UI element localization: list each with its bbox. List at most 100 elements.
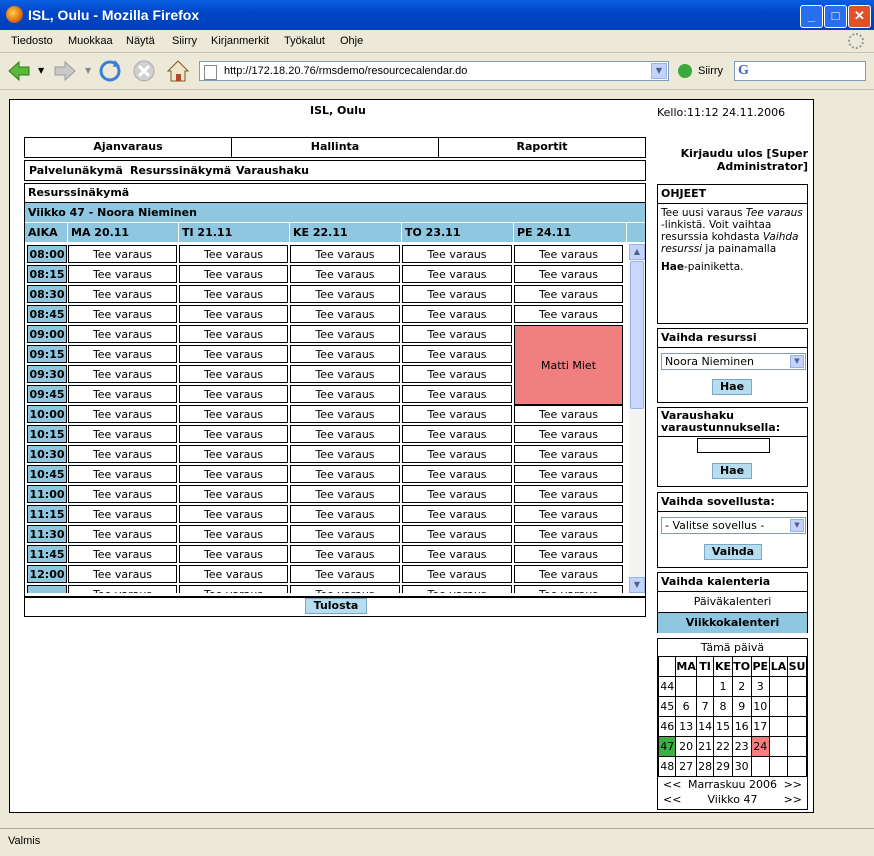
app-select[interactable]: - Valitse sovellus - ▼ bbox=[661, 517, 806, 534]
tee-varaus-link[interactable]: Tee varaus bbox=[179, 385, 288, 403]
tee-varaus-link[interactable]: Tee varaus bbox=[402, 305, 512, 323]
week-number[interactable]: 46 bbox=[657, 716, 677, 737]
tee-varaus-link[interactable]: Tee varaus bbox=[514, 405, 623, 423]
scroll-down-icon[interactable]: ▼ bbox=[629, 577, 645, 593]
scroll-thumb[interactable] bbox=[630, 261, 644, 409]
tee-varaus-link[interactable]: Tee varaus bbox=[179, 265, 288, 283]
tee-varaus-link[interactable]: Tee varaus bbox=[179, 365, 288, 383]
calendar-day[interactable]: 20 bbox=[675, 736, 697, 757]
tee-varaus-link[interactable]: Tee varaus bbox=[179, 485, 288, 503]
tee-varaus-link[interactable]: Tee varaus bbox=[514, 485, 623, 503]
tee-varaus-link[interactable]: Tee varaus bbox=[402, 525, 512, 543]
tee-varaus-link[interactable]: Tee varaus bbox=[402, 565, 512, 583]
tee-varaus-link[interactable]: Tee varaus bbox=[514, 245, 623, 263]
tee-varaus-link[interactable]: Tee varaus bbox=[290, 525, 400, 543]
tee-varaus-link[interactable]: Tee varaus bbox=[290, 345, 400, 363]
tee-varaus-link[interactable]: Tee varaus bbox=[290, 565, 400, 583]
tee-varaus-link[interactable]: Tee varaus bbox=[290, 545, 400, 563]
calendar-day[interactable]: 7 bbox=[695, 696, 715, 717]
tee-varaus-link[interactable]: Tee varaus bbox=[68, 385, 177, 403]
menu-ajanvaraus[interactable]: Ajanvaraus bbox=[25, 138, 232, 157]
scroll-up-icon[interactable]: ▲ bbox=[629, 244, 645, 260]
tee-varaus-link[interactable]: Tee varaus bbox=[514, 505, 623, 523]
forward-arrow-icon[interactable] bbox=[52, 58, 78, 84]
tee-varaus-link[interactable]: Tee varaus bbox=[402, 445, 512, 463]
tee-varaus-link[interactable]: Tee varaus bbox=[68, 265, 177, 283]
calendar-day[interactable]: 30 bbox=[731, 756, 752, 777]
calendar-day[interactable]: 21 bbox=[695, 736, 715, 757]
calendar-day[interactable]: 16 bbox=[731, 716, 752, 737]
resource-select[interactable]: Noora Nieminen ▼ bbox=[661, 353, 806, 370]
tee-varaus-link[interactable]: Tee varaus bbox=[514, 585, 623, 593]
tee-varaus-link[interactable]: Tee varaus bbox=[68, 425, 177, 443]
tee-varaus-link[interactable]: Tee varaus bbox=[514, 265, 623, 283]
tee-varaus-link[interactable]: Tee varaus bbox=[402, 405, 512, 423]
calendar-day[interactable]: 1 bbox=[713, 676, 733, 697]
submenu-palvelunakyma[interactable]: Palvelunäkymä bbox=[29, 164, 123, 177]
calendar-scrollbar[interactable]: ▲ ▼ bbox=[629, 244, 645, 593]
search-hae-button[interactable]: Hae bbox=[712, 463, 752, 479]
tee-varaus-link[interactable]: Tee varaus bbox=[68, 565, 177, 583]
tee-varaus-link[interactable]: Tee varaus bbox=[402, 325, 512, 343]
tee-varaus-link[interactable]: Tee varaus bbox=[68, 585, 177, 593]
tee-varaus-link[interactable]: Tee varaus bbox=[179, 445, 288, 463]
close-window-button[interactable]: ✕ bbox=[848, 5, 871, 28]
print-button[interactable]: Tulosta bbox=[305, 598, 367, 614]
submenu-varaushaku[interactable]: Varaushaku bbox=[236, 164, 309, 177]
menu-go[interactable]: Siirry bbox=[172, 35, 197, 47]
calendar-day[interactable]: 8 bbox=[713, 696, 733, 717]
search-field[interactable]: G bbox=[734, 61, 866, 81]
week-number[interactable]: 48 bbox=[657, 756, 677, 777]
tee-varaus-link[interactable]: Tee varaus bbox=[179, 285, 288, 303]
calendar-day[interactable]: 29 bbox=[713, 756, 733, 777]
tee-varaus-link[interactable]: Tee varaus bbox=[68, 345, 177, 363]
calendar-day[interactable]: 22 bbox=[713, 736, 733, 757]
tee-varaus-link[interactable]: Tee varaus bbox=[68, 285, 177, 303]
tee-varaus-link[interactable]: Tee varaus bbox=[514, 425, 623, 443]
tee-varaus-link[interactable]: Tee varaus bbox=[179, 405, 288, 423]
tee-varaus-link[interactable]: Tee varaus bbox=[290, 405, 400, 423]
tee-varaus-link[interactable]: Tee varaus bbox=[514, 465, 623, 483]
today-link[interactable]: Tämä päivä bbox=[658, 639, 807, 657]
tee-varaus-link[interactable]: Tee varaus bbox=[68, 325, 177, 343]
tee-varaus-link[interactable]: Tee varaus bbox=[514, 545, 623, 563]
tee-varaus-link[interactable]: Tee varaus bbox=[179, 525, 288, 543]
calendar-day[interactable]: 23 bbox=[731, 736, 752, 757]
menu-edit[interactable]: Muokkaa bbox=[68, 35, 113, 47]
tee-varaus-link[interactable]: Tee varaus bbox=[290, 385, 400, 403]
calendar-day[interactable]: 28 bbox=[695, 756, 715, 777]
tee-varaus-link[interactable]: Tee varaus bbox=[68, 505, 177, 523]
tee-varaus-link[interactable]: Tee varaus bbox=[402, 345, 512, 363]
forward-dropdown-icon[interactable]: ▼ bbox=[85, 66, 91, 75]
tee-varaus-link[interactable]: Tee varaus bbox=[514, 445, 623, 463]
tee-varaus-link[interactable]: Tee varaus bbox=[68, 405, 177, 423]
tee-varaus-link[interactable]: Tee varaus bbox=[402, 285, 512, 303]
maximize-button[interactable]: □ bbox=[824, 5, 847, 28]
tee-varaus-link[interactable]: Tee varaus bbox=[290, 245, 400, 263]
tee-varaus-link[interactable]: Tee varaus bbox=[290, 445, 400, 463]
booking-block[interactable]: Matti Miet bbox=[514, 325, 623, 405]
menu-file[interactable]: Tiedosto bbox=[11, 35, 53, 47]
tee-varaus-link[interactable]: Tee varaus bbox=[179, 545, 288, 563]
calendar-day[interactable]: 3 bbox=[750, 676, 770, 697]
menu-raportit[interactable]: Raportit bbox=[439, 138, 645, 157]
tee-varaus-link[interactable]: Tee varaus bbox=[68, 465, 177, 483]
day-calendar-link[interactable]: Päiväkalenteri bbox=[658, 592, 807, 613]
tee-varaus-link[interactable]: Tee varaus bbox=[402, 585, 512, 593]
tee-varaus-link[interactable]: Tee varaus bbox=[514, 285, 623, 303]
tee-varaus-link[interactable]: Tee varaus bbox=[68, 445, 177, 463]
calendar-day[interactable]: 2 bbox=[731, 676, 752, 697]
tee-varaus-link[interactable]: Tee varaus bbox=[179, 465, 288, 483]
calendar-day[interactable]: 27 bbox=[675, 756, 697, 777]
tee-varaus-link[interactable]: Tee varaus bbox=[290, 305, 400, 323]
minimize-button[interactable]: _ bbox=[800, 5, 823, 28]
tee-varaus-link[interactable]: Tee varaus bbox=[179, 325, 288, 343]
tee-varaus-link[interactable]: Tee varaus bbox=[290, 425, 400, 443]
go-button[interactable]: Siirry bbox=[698, 65, 723, 77]
tee-varaus-link[interactable]: Tee varaus bbox=[68, 365, 177, 383]
week-calendar-link[interactable]: Viikkokalenteri bbox=[658, 613, 807, 633]
tee-varaus-link[interactable]: Tee varaus bbox=[68, 485, 177, 503]
tee-varaus-link[interactable]: Tee varaus bbox=[179, 505, 288, 523]
go-icon[interactable] bbox=[678, 64, 692, 78]
tee-varaus-link[interactable]: Tee varaus bbox=[179, 425, 288, 443]
